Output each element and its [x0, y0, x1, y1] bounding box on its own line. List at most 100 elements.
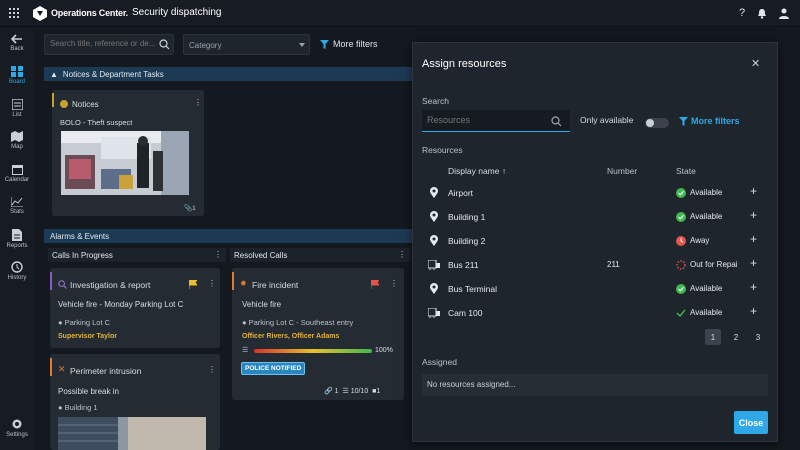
search-icon[interactable] [551, 116, 562, 127]
resource-row[interactable]: Building 2 Away + [422, 230, 772, 252]
app-name: Operations Center. [51, 8, 128, 18]
fire-icon: ✹ [240, 279, 247, 288]
notices-card[interactable]: Notices ⋮ BOLO - Theft suspect 📎1 [52, 90, 204, 216]
add-resource-button[interactable]: + [750, 304, 757, 318]
app-grid-icon[interactable] [9, 8, 19, 18]
camera-icon [428, 308, 440, 318]
alarm-card-investigation[interactable]: Investigation & report ⋮ Vehicle fire - … [50, 268, 220, 348]
sidebar-item-board[interactable]: Board [0, 66, 34, 85]
add-resource-button[interactable]: + [750, 280, 757, 294]
sidebar-item-reports[interactable]: Reports [0, 229, 34, 249]
resource-state-label: Available [690, 188, 723, 198]
sidebar-item-label: Calendar [4, 177, 30, 183]
status-badge: POLICE NOTIFIED [241, 362, 306, 375]
more-filters-button[interactable]: More filters [320, 39, 378, 50]
page-button-1[interactable]: 1 [705, 329, 721, 345]
only-available-toggle[interactable] [645, 118, 669, 128]
resources-label: Resources [422, 145, 463, 155]
category-value: Category [189, 41, 222, 50]
resource-state: Available [676, 308, 722, 318]
page-button-3[interactable]: 3 [750, 329, 766, 345]
attachment-count-value: 1 [192, 205, 196, 212]
pin-icon: ● [58, 403, 63, 412]
sidebar-item-label: Map [11, 144, 23, 150]
close-icon[interactable]: ✕ [751, 57, 760, 70]
list-icon [11, 99, 23, 110]
resource-state-label: Away [690, 236, 710, 246]
resource-state: Available [676, 284, 722, 294]
search-icon[interactable] [159, 39, 170, 50]
close-button[interactable]: Close [734, 411, 768, 434]
link-icon: 🔗 [324, 388, 333, 395]
board-icon [11, 66, 23, 77]
sidebar-item-back[interactable]: Back [0, 34, 34, 52]
location-pin-icon [430, 211, 438, 222]
more-vertical-icon[interactable]: ⋮ [390, 279, 398, 288]
pin-icon: ● [58, 318, 63, 327]
resource-name: Building 1 [448, 212, 486, 222]
search-label: Search [422, 96, 449, 106]
resource-row[interactable]: Bus 211 211 Out for Repai + [422, 254, 772, 276]
add-resource-button[interactable]: + [750, 232, 757, 246]
resource-row[interactable]: Cam 100 Available + [422, 302, 772, 324]
progress-bar [254, 349, 372, 353]
sidebar-item-label: Settings [6, 432, 28, 438]
more-filters-label: More filters [691, 116, 740, 126]
more-vertical-icon[interactable]: ⋮ [208, 279, 216, 288]
card-subtitle: Vehicle fire - Monday Parking Lot C [58, 300, 184, 309]
page-button-2[interactable]: 2 [728, 329, 744, 345]
card-location-value: Parking Lot C [64, 318, 111, 327]
card-accent [50, 272, 52, 290]
resource-row[interactable]: Building 1 Available + [422, 206, 772, 228]
notice-item-title[interactable]: BOLO - Theft suspect [60, 118, 132, 127]
bell-icon[interactable] [757, 8, 767, 19]
column-label: Display name [448, 166, 500, 176]
add-resource-button[interactable]: + [750, 184, 757, 198]
sidebar-item-label: List [12, 112, 22, 118]
location-pin-icon [430, 235, 438, 246]
column-calls-in-progress: Calls In Progress ⋮ [48, 248, 226, 262]
resource-search[interactable] [422, 110, 570, 132]
more-filters-button[interactable]: More filters [679, 116, 740, 127]
sidebar-item-map[interactable]: Map [0, 131, 34, 150]
sidebar-item-settings[interactable]: Settings [0, 418, 34, 438]
resource-state: Available [676, 212, 722, 222]
location-pin-icon [430, 283, 438, 294]
resource-row[interactable]: Bus Terminal Available + [422, 278, 772, 300]
resource-search-input[interactable] [427, 115, 547, 125]
board-search[interactable] [44, 34, 174, 55]
resource-state-label: Available [690, 284, 723, 294]
sidebar-item-history[interactable]: History [0, 261, 34, 281]
search-input[interactable] [50, 39, 158, 48]
sidebar-item-calendar[interactable]: Calendar [0, 164, 34, 183]
page-title: Security dispatching [132, 7, 222, 18]
category-select[interactable]: Category [183, 34, 310, 55]
more-vertical-icon[interactable]: ⋮ [214, 250, 222, 259]
add-resource-button[interactable]: + [750, 208, 757, 222]
sidebar-item-stats[interactable]: Stats [0, 197, 34, 215]
sidebar-item-list[interactable]: List [0, 99, 34, 118]
history-icon [11, 261, 23, 273]
check-icon [676, 309, 686, 318]
assigned-empty-text: No resources assigned... [427, 380, 516, 389]
chevron-down-icon [299, 43, 305, 47]
list-icon: ☰ [242, 347, 249, 354]
column-title: Calls In Progress [52, 251, 113, 260]
bus-icon [428, 260, 440, 270]
card-title: Notices [72, 100, 99, 109]
column-display-name[interactable]: Display name ↑ [448, 166, 506, 176]
alarm-card-perimeter[interactable]: ✕ Perimeter intrusion ⋮ Possible break i… [50, 354, 220, 450]
help-icon[interactable]: ? [735, 7, 749, 19]
user-icon[interactable] [778, 7, 790, 19]
calendar-icon [11, 165, 23, 175]
add-resource-button[interactable]: + [750, 256, 757, 270]
resource-row[interactable]: Airport Available + [422, 182, 772, 204]
alarm-card-fire[interactable]: ✹ Fire incident ⋮ Vehicle fire ● Parking… [232, 268, 404, 400]
sort-arrow-up-icon: ↑ [501, 166, 507, 176]
more-vertical-icon[interactable]: ⋮ [398, 250, 406, 259]
card-subtitle: Vehicle fire [242, 300, 282, 309]
more-vertical-icon[interactable]: ⋮ [194, 98, 202, 107]
top-bar: Operations Center. Security dispatching … [0, 0, 800, 27]
resource-state-label: Available [690, 212, 723, 222]
more-vertical-icon[interactable]: ⋮ [208, 365, 216, 374]
